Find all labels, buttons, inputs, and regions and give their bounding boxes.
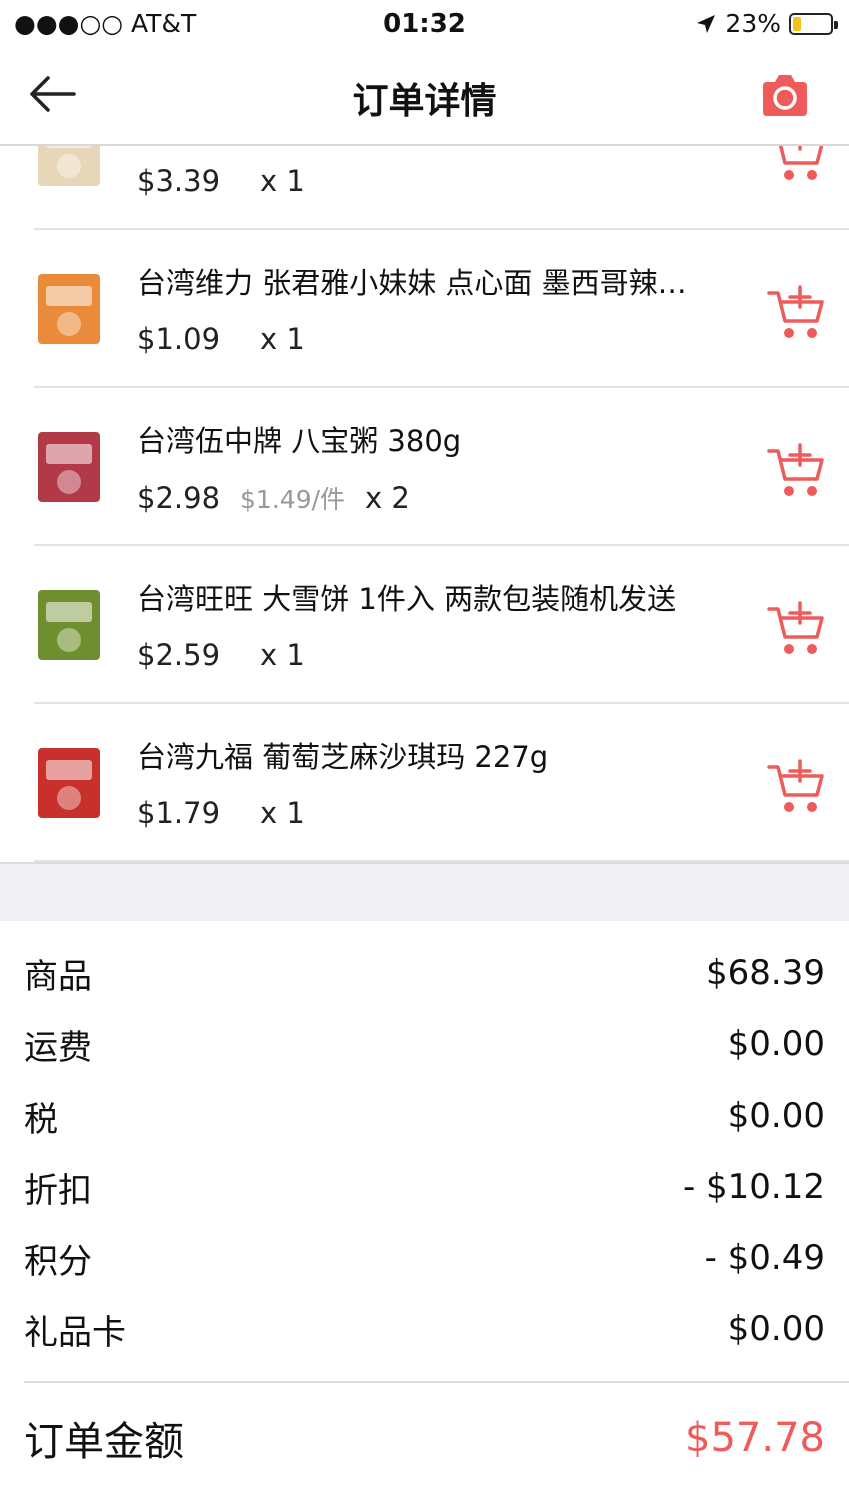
summary-row: 税 $0.00 (24, 1091, 825, 1141)
add-to-cart-icon[interactable] (767, 601, 825, 657)
unit-price: $1.49/件 (240, 485, 346, 514)
price-row: $1.09 x 1 (137, 322, 305, 356)
list-item[interactable]: 台湾旺旺 大雪饼 1件入 两款包装随机发送 $2.59 x 1 (0, 546, 849, 704)
product-quantity: x 1 (260, 322, 305, 356)
summary-label: 积分 (24, 1241, 92, 1282)
order-total-row: 订单金额 $57.78 (24, 1411, 825, 1465)
list-item[interactable]: 台湾维力 张君雅小妹妹 点心面 墨西哥辣… $1.09 x 1 (0, 230, 849, 388)
summary-row: 礼品卡 $0.00 (24, 1304, 825, 1354)
status-right: 23% (695, 9, 838, 38)
battery-icon (789, 12, 838, 35)
product-thumbnail[interactable] (34, 742, 104, 824)
add-to-cart-icon[interactable] (767, 285, 825, 341)
price-row: $1.79 x 1 (137, 796, 305, 830)
summary-label: 运费 (24, 1027, 92, 1068)
product-price: $3.39 (137, 164, 221, 198)
order-total-label: 订单金额 (24, 1419, 184, 1465)
product-thumbnail[interactable] (34, 584, 104, 666)
battery-fill (793, 16, 801, 31)
summary-label: 商品 (24, 956, 92, 997)
nav-bar: 订单详情 (0, 46, 849, 146)
summary-divider (24, 1381, 849, 1383)
page-title: 订单详情 (352, 81, 497, 122)
summary-row: 运费 $0.00 (24, 1019, 825, 1069)
list-item[interactable]: 台湾九福 葡萄芝麻沙琪玛 227g $1.79 x 1 (0, 704, 849, 862)
price-row: $2.98 $1.49/件 x 2 (137, 480, 410, 516)
product-quantity: x 1 (260, 638, 305, 672)
summary-label: 礼品卡 (24, 1312, 126, 1353)
add-to-cart-icon[interactable] (767, 443, 825, 499)
product-price: $1.79 (137, 796, 221, 830)
summary-row: 积分 - $0.49 (24, 1233, 825, 1283)
price-row: $2.59 x 1 (137, 638, 305, 672)
product-quantity: x 1 (260, 164, 305, 198)
row-divider (34, 860, 849, 862)
product-name[interactable]: 台湾维力 张君雅小妹妹 点心面 墨西哥辣… (137, 260, 747, 302)
camera-icon[interactable] (759, 72, 811, 118)
product-name[interactable]: 台湾九福 葡萄芝麻沙琪玛 227g (137, 734, 747, 776)
product-name[interactable]: 台湾旺旺 大雪饼 1件入 两款包装随机发送 (137, 576, 747, 618)
battery-tip (834, 20, 838, 29)
summary-row: 折扣 - $10.12 (24, 1162, 825, 1212)
location-arrow-icon (697, 14, 716, 33)
order-item-list[interactable]: $3.39 x 1 台湾维力 张君雅小妹妹 点心面 墨西哥辣… $1.09 x … (0, 146, 849, 864)
status-bar: ●●●○○ AT&T 01:32 23% (0, 0, 849, 46)
list-item[interactable]: $3.39 x 1 (0, 146, 849, 230)
summary-value: - $0.49 (704, 1238, 825, 1278)
battery-percent: 23% (725, 9, 781, 38)
product-thumbnail[interactable] (34, 268, 104, 350)
list-item[interactable]: 台湾伍中牌 八宝粥 380g $2.98 $1.49/件 x 2 (0, 388, 849, 546)
product-name[interactable]: 台湾伍中牌 八宝粥 380g (137, 418, 747, 460)
summary-row: 商品 $68.39 (24, 948, 825, 998)
product-thumbnail[interactable] (34, 426, 104, 508)
summary-value: $68.39 (706, 953, 825, 993)
summary-label: 折扣 (24, 1170, 92, 1211)
product-quantity: x 1 (260, 796, 305, 830)
product-price: $2.98 (137, 481, 221, 515)
summary-value: $0.00 (727, 1096, 825, 1136)
product-price: $2.59 (137, 638, 221, 672)
add-to-cart-icon[interactable] (767, 146, 825, 183)
price-row: $3.39 x 1 (137, 164, 305, 198)
summary-label: 税 (24, 1099, 58, 1140)
summary-value: - $10.12 (682, 1167, 825, 1207)
order-total-value: $57.78 (685, 1415, 825, 1461)
section-gap (0, 864, 849, 921)
product-quantity: x 2 (365, 481, 410, 515)
product-price: $1.09 (137, 322, 221, 356)
summary-value: $0.00 (727, 1309, 825, 1349)
summary-value: $0.00 (727, 1024, 825, 1064)
product-thumbnail[interactable] (34, 146, 104, 192)
add-to-cart-icon[interactable] (767, 759, 825, 815)
